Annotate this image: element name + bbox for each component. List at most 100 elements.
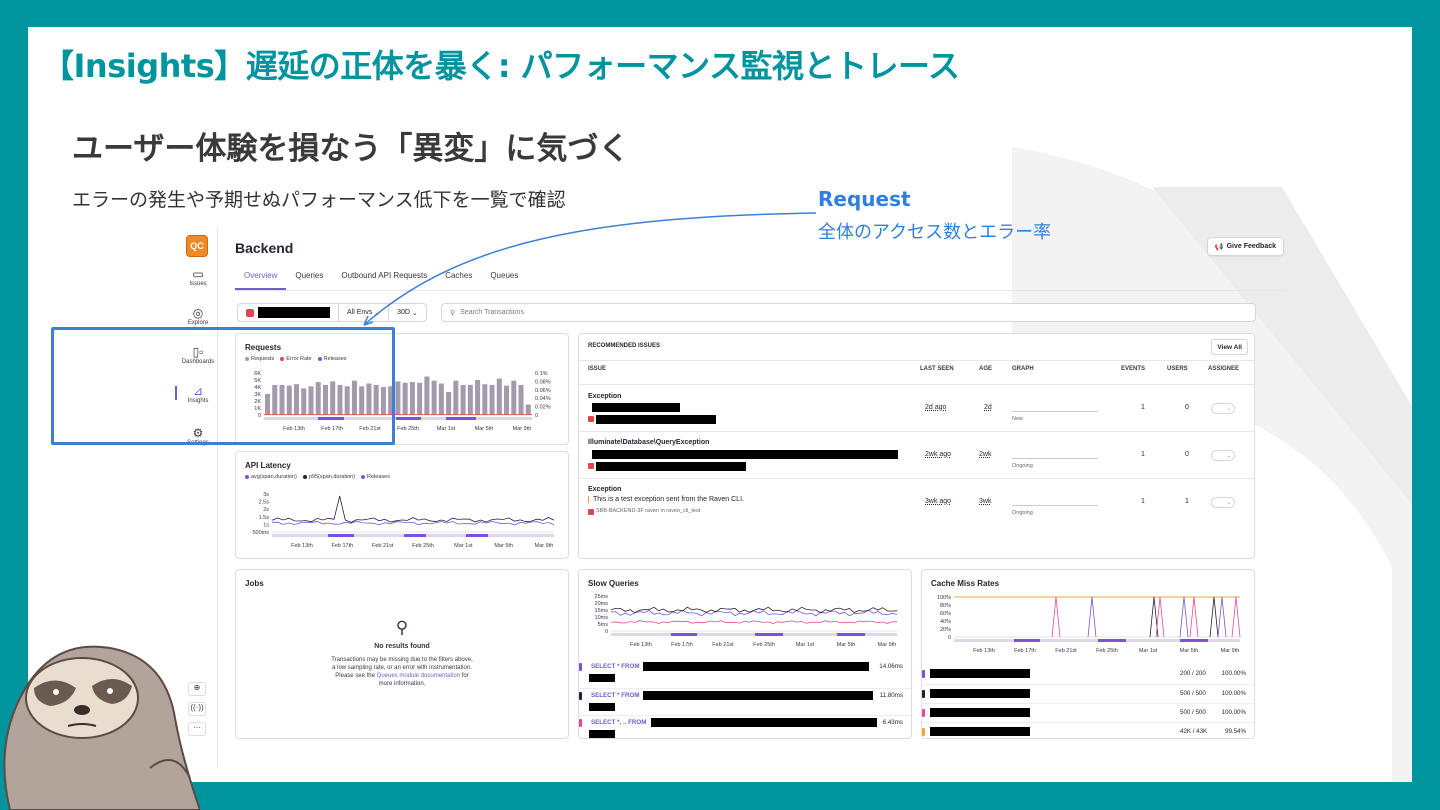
assignee-selector[interactable]: ⌄: [1211, 403, 1235, 414]
sidebar-item-explore[interactable]: ◎ Explore: [178, 306, 218, 326]
view-all-button[interactable]: View All: [1211, 339, 1248, 355]
cache-x-tick: Mar 1st: [1139, 648, 1158, 654]
requests-bar: [482, 384, 488, 415]
slow-queries-x-tick: Feb 17th: [671, 642, 693, 648]
query-row[interactable]: SELECT * FROM 14.06ms: [579, 660, 911, 687]
tab-outbound-api[interactable]: Outbound API Requests: [332, 271, 436, 290]
slow-queries-x-tick: Feb 25th: [753, 642, 775, 648]
issue-status: New: [1012, 416, 1024, 422]
inbox-icon: ▭: [192, 267, 204, 281]
cache-x-tick: Feb 17th: [1014, 648, 1036, 654]
tab-divider: [235, 290, 1285, 291]
queues-docs-link[interactable]: Queues module documentation: [377, 673, 460, 679]
latency-x-tick: Mar 5th: [494, 543, 513, 549]
cache-rate: 100.00%: [1221, 690, 1246, 697]
tab-caches[interactable]: Caches: [436, 271, 481, 290]
query-text: SELECT *, .. FROM: [591, 719, 647, 726]
cache-y-tick: 60%: [940, 611, 951, 617]
divider: [579, 478, 1254, 479]
issue-age: 2d: [984, 404, 992, 411]
cache-miss-chart: 100% 80% 60% 40% 20% 0 Feb 13th Feb 17th Feb 21s…: [937, 595, 1241, 654]
requests-y2-tick: 0.06%: [535, 388, 551, 394]
slow-queries-x-tick: Feb 13th: [630, 642, 652, 648]
issues-title: RECOMMENDED ISSUES: [588, 343, 661, 349]
page-title: Backend: [235, 240, 294, 256]
issue-last-seen: 2wk ago: [925, 451, 952, 458]
redacted-query: [589, 703, 615, 711]
latency-x-tick: Mar 1st: [454, 543, 473, 549]
issue-title[interactable]: Exception: [588, 486, 621, 493]
compass-icon: ◎: [192, 306, 204, 320]
cache-y-tick: 20%: [940, 627, 951, 633]
period-selector[interactable]: 30D ⌄: [389, 304, 426, 321]
cache-row[interactable]: 200 / 200 100.00%: [922, 665, 1254, 684]
col-users: USERS: [1167, 366, 1188, 372]
latency-y-tick: 1.5s: [259, 515, 270, 521]
series-color: [922, 709, 925, 717]
assignee-selector[interactable]: ⌄: [1211, 497, 1235, 508]
requests-bar: [518, 384, 524, 415]
requests-bar: [438, 383, 444, 415]
org-logo[interactable]: QC: [186, 235, 208, 257]
requests-bar: [460, 384, 466, 415]
project-selector[interactable]: [238, 304, 339, 321]
cache-y-tick: 0: [948, 635, 951, 641]
project-icon: [588, 463, 594, 469]
requests-bar: [467, 384, 473, 415]
requests-bar: [511, 380, 517, 415]
empty-line-2: a low sampling rate, or an error with in…: [332, 665, 472, 671]
query-series-line: [610, 609, 898, 617]
filter-bar: All Envs ⌄ 30D ⌄: [237, 303, 427, 322]
query-row[interactable]: SELECT * FROM 11.80ms: [579, 688, 911, 715]
slow-queries-y-tick: 10ms: [595, 615, 609, 621]
search-input[interactable]: ⚲ Search Transactions: [441, 303, 1256, 322]
latency-y-tick: 3s: [263, 492, 269, 498]
cache-row[interactable]: 42K / 43K 99.54%: [922, 722, 1254, 738]
release-marker: [755, 633, 783, 636]
tab-overview[interactable]: Overview: [235, 271, 287, 290]
query-text: SELECT * FROM: [591, 663, 640, 670]
redacted-message: [592, 450, 898, 459]
slow-queries-y-tick: 20ms: [595, 601, 609, 607]
cache-rate: 100.00%: [1221, 709, 1246, 716]
environment-selector[interactable]: All Envs ⌄: [339, 304, 390, 321]
megaphone-icon: 📢: [1214, 243, 1224, 251]
slide-title: 【Insights】遅延の正体を暴く: パフォーマンス監視とトレース: [42, 47, 960, 85]
requests-bar: [504, 385, 510, 415]
cache-spike: [1087, 596, 1097, 638]
release-marker: [446, 417, 476, 420]
issue-age: 3wk: [979, 498, 992, 505]
issue-title[interactable]: Illuminate\Database\QueryException: [588, 439, 709, 446]
issue-graph: [1012, 458, 1098, 459]
cache-x-tick: Feb 13th: [973, 648, 995, 654]
query-time: 14.06ms: [879, 663, 903, 670]
tab-queries[interactable]: Queries: [286, 271, 332, 290]
issue-users: 1: [1185, 498, 1189, 505]
latency-y-tick: 2.5s: [259, 500, 270, 506]
cache-count: 200 / 200: [1180, 670, 1206, 677]
avg-duration-line: [271, 520, 555, 526]
slide-subtitle: ユーザー体験を損なう「異変」に気づく: [72, 131, 630, 167]
redacted-query: [589, 730, 615, 738]
issue-message: This is a test exception sent from the R…: [588, 496, 744, 503]
period-label: 30D: [397, 309, 410, 316]
cache-row[interactable]: 500 / 500 100.00%: [922, 684, 1254, 703]
sloth-mascot: [3, 645, 200, 810]
query-row[interactable]: SELECT *, .. FROM 6.43ms: [579, 715, 911, 738]
cache-rate: 100.00%: [1221, 670, 1246, 677]
give-feedback-button[interactable]: 📢 Give Feedback: [1206, 237, 1284, 256]
divider: [579, 384, 1254, 385]
requests-highlight-box: [51, 327, 395, 445]
redacted-query: [643, 662, 869, 671]
tab-queues[interactable]: Queues: [481, 271, 527, 290]
col-issue: ISSUE: [588, 366, 607, 372]
release-marker: [671, 633, 697, 636]
cache-row[interactable]: 500 / 500 100.00%: [922, 703, 1254, 722]
latency-x-tick: Feb 13th: [291, 543, 313, 549]
assignee-selector[interactable]: ⌄: [1211, 450, 1235, 461]
issue-title[interactable]: Exception: [588, 393, 621, 400]
issue-graph: [1012, 411, 1098, 412]
requests-bar: [475, 380, 481, 415]
query-text: SELECT * FROM: [591, 692, 640, 699]
sidebar-item-issues[interactable]: ▭ Issues: [178, 267, 218, 287]
